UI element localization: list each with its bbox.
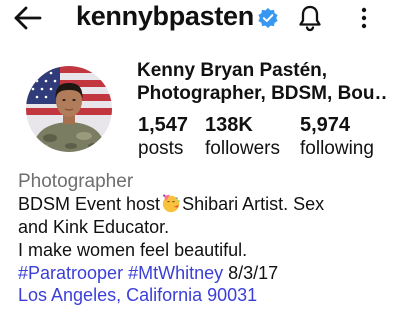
following-count: 5,974 [300, 114, 351, 136]
back-button[interactable] [12, 4, 44, 32]
following-label: following [300, 138, 374, 159]
arrow-left-icon [14, 6, 42, 30]
more-options-button[interactable] [352, 4, 376, 32]
notifications-button[interactable] [295, 3, 325, 33]
followers-count: 138K [205, 114, 253, 136]
profile-category: Photographer [18, 171, 134, 192]
followers-stat[interactable]: 138K followers [205, 113, 280, 161]
display-name-line-2: Photographer, BDSM, Bou… [137, 83, 387, 104]
bio-text-1: BDSM Event host [18, 194, 161, 214]
posts-label: posts [138, 138, 184, 159]
display-name-line-1: Kenny Bryan Pastén, [137, 60, 328, 81]
profile-photo [26, 66, 112, 152]
followers-label: followers [205, 138, 280, 159]
party-face-emoji-icon [162, 194, 180, 213]
bio-date: 8/3/17 [228, 263, 279, 283]
bio: BDSM Event host Shibari Artist. Sex and … [18, 193, 393, 285]
display-name: Kenny Bryan Pastén, Photographer, BDSM, … [137, 59, 387, 105]
profile-username: kennybpasten [76, 1, 254, 31]
bell-icon [299, 5, 321, 32]
posts-stat[interactable]: 1,547 posts [138, 113, 188, 161]
bio-line-1: BDSM Event host Shibari Artist. Sex [18, 193, 393, 216]
profile-page: kennybpasten Kenny Bryan Pastén, Photogr… [0, 0, 400, 310]
posts-count: 1,547 [138, 114, 189, 136]
following-stat[interactable]: 5,974 following [300, 113, 374, 161]
bio-line-3: I make women feel beautiful. [18, 240, 248, 260]
verified-badge [257, 7, 279, 29]
avatar[interactable] [26, 66, 112, 152]
hashtag-mtwhitney[interactable]: #MtWhitney [128, 263, 223, 283]
verified-badge-icon [258, 8, 278, 28]
top-bar: kennybpasten [0, 0, 400, 40]
more-vertical-icon [361, 7, 367, 29]
bio-line-2: and Kink Educator. [18, 217, 170, 237]
location-link[interactable]: Los Angeles, California 90031 [18, 284, 257, 306]
bio-text-2: Shibari Artist. Sex [182, 194, 325, 214]
bio-line-4: #Paratrooper #MtWhitney 8/3/17 [18, 262, 393, 285]
hashtag-paratrooper[interactable]: #Paratrooper [18, 263, 123, 283]
